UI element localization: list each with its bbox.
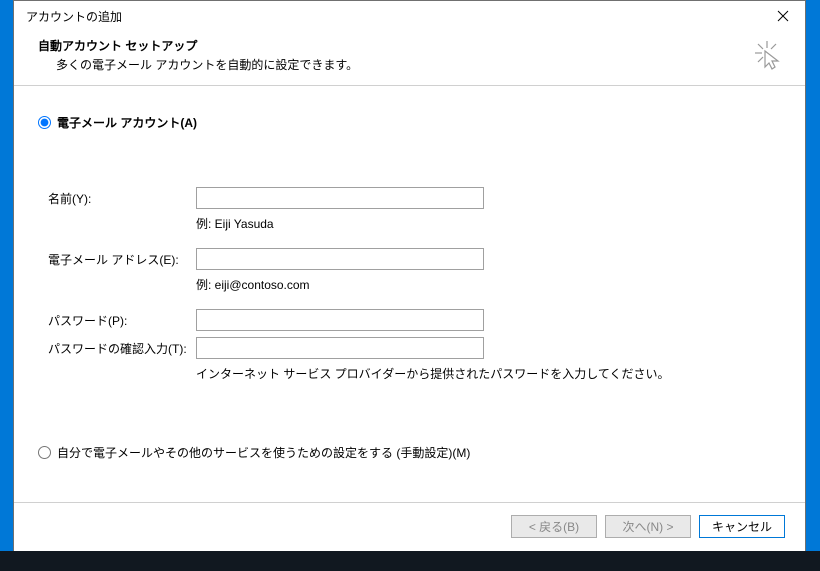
titlebar: アカウントの追加	[14, 1, 805, 31]
email-hint: 例: eiji@contoso.com	[196, 276, 781, 293]
email-row: 電子メール アドレス(E):	[48, 248, 781, 270]
password-confirm-input[interactable]	[196, 337, 484, 359]
content-area: 電子メール アカウント(A) 名前(Y): 例: Eiji Yasuda 電子メ…	[14, 86, 805, 502]
name-hint: 例: Eiji Yasuda	[196, 215, 781, 232]
form-area: 名前(Y): 例: Eiji Yasuda 電子メール アドレス(E): 例: …	[38, 149, 781, 382]
password-hint: インターネット サービス プロバイダーから提供されたパスワードを入力してください…	[196, 365, 781, 382]
name-row: 名前(Y):	[48, 187, 781, 209]
password-input[interactable]	[196, 309, 484, 331]
password-confirm-row: パスワードの確認入力(T):	[48, 337, 781, 359]
email-input[interactable]	[196, 248, 484, 270]
header-subtitle: 多くの電子メール アカウントを自動的に設定できます。	[38, 56, 781, 73]
password-row: パスワード(P):	[48, 309, 781, 331]
next-button: 次へ(N) >	[605, 515, 691, 538]
header-title: 自動アカウント セットアップ	[38, 37, 781, 54]
back-button: < 戻る(B)	[511, 515, 597, 538]
radio-manual-input[interactable]	[38, 446, 51, 459]
radio-email-input[interactable]	[38, 116, 51, 129]
radio-manual-setup[interactable]: 自分で電子メールやその他のサービスを使うための設定をする (手動設定)(M)	[38, 444, 781, 461]
password-label: パスワード(P):	[48, 312, 196, 329]
header-section: 自動アカウント セットアップ 多くの電子メール アカウントを自動的に設定できます…	[14, 31, 805, 85]
cancel-button[interactable]: キャンセル	[699, 515, 785, 538]
name-input[interactable]	[196, 187, 484, 209]
email-label: 電子メール アドレス(E):	[48, 251, 196, 268]
taskbar	[0, 551, 820, 571]
radio-email-label: 電子メール アカウント(A)	[57, 114, 197, 131]
name-label: 名前(Y):	[48, 190, 196, 207]
password-confirm-label: パスワードの確認入力(T):	[48, 340, 196, 357]
dialog-title: アカウントの追加	[26, 8, 122, 25]
add-account-dialog: アカウントの追加 自動アカウント セットアップ 多くの電子メール アカウントを自…	[13, 0, 806, 555]
click-cursor-icon	[753, 39, 785, 71]
radio-manual-label: 自分で電子メールやその他のサービスを使うための設定をする (手動設定)(M)	[57, 444, 470, 461]
radio-email-account[interactable]: 電子メール アカウント(A)	[38, 114, 781, 131]
button-row: < 戻る(B) 次へ(N) > キャンセル	[14, 503, 805, 554]
close-icon[interactable]	[773, 6, 793, 26]
